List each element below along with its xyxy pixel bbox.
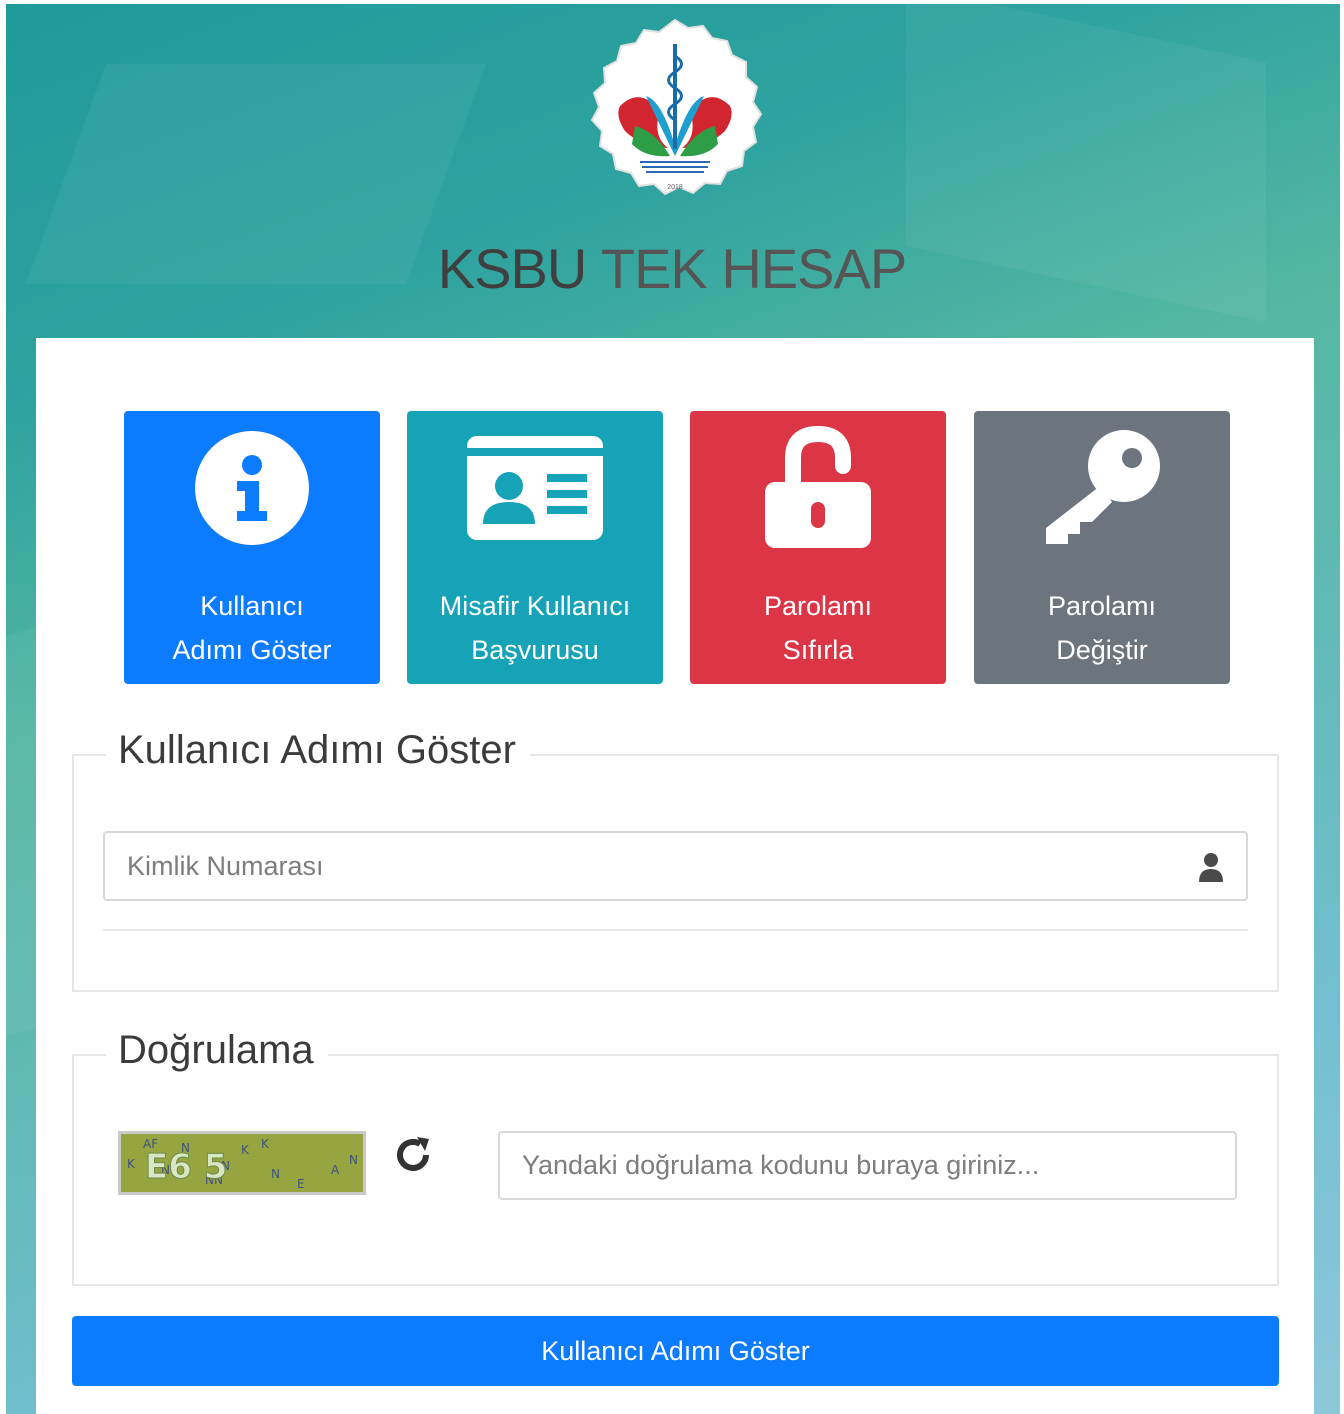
tile-label-line2: Adımı Göster — [172, 635, 332, 665]
svg-text:K: K — [241, 1143, 250, 1157]
tile-label-line1: Parolamı — [1047, 591, 1157, 621]
brand-light: TEK HESAP — [600, 237, 907, 300]
tile-change-password[interactable]: Parolamı Değiştir — [974, 411, 1230, 684]
unlock-icon — [690, 423, 946, 553]
svg-text:N: N — [349, 1153, 358, 1167]
tile-label-line1: Kullanıcı — [200, 591, 304, 621]
tile-label-line1: Misafir Kullanıcı — [439, 591, 631, 621]
tile-show-username[interactable]: Kullanıcı Adımı Göster — [124, 411, 380, 684]
tile-label-line1: Parolamı — [763, 591, 873, 621]
svg-text:K: K — [261, 1137, 270, 1151]
captcha-image: K AF N N NN K NEA NNK E6 5 — [118, 1131, 366, 1195]
svg-text:N: N — [271, 1167, 280, 1181]
refresh-icon — [397, 1137, 429, 1171]
refresh-button[interactable] — [388, 1130, 438, 1180]
svg-text:2018: 2018 — [667, 184, 683, 191]
tile-reset-password[interactable]: Parolamı Sıfırla — [690, 411, 946, 684]
page-title: KSBU TEK HESAP — [0, 236, 1344, 301]
tile-guest-application[interactable]: Misafir Kullanıcı Başvurusu — [407, 411, 663, 684]
show-username-submit-button[interactable]: Kullanıcı Adımı Göster — [72, 1316, 1279, 1386]
brand-bold: KSBU — [437, 237, 587, 300]
tile-label-line2: Değiştir — [1056, 635, 1148, 665]
svg-text:E: E — [297, 1177, 305, 1191]
divider — [103, 929, 1248, 931]
svg-text:A: A — [331, 1163, 340, 1177]
user-icon — [1199, 853, 1223, 882]
id-number-placeholder: Kimlik Numarası — [127, 850, 324, 881]
id-card-icon — [407, 423, 663, 553]
key-icon — [974, 423, 1230, 553]
tile-label-line2: Başvurusu — [471, 635, 599, 665]
username-section-title: Kullanıcı Adımı Göster — [106, 728, 530, 773]
captcha-code-input[interactable]: Yandaki doğrulama kodunu buraya giriniz.… — [498, 1131, 1237, 1200]
svg-text:E6 5: E6 5 — [145, 1147, 227, 1187]
tile-label-line2: Sıfırla — [782, 635, 854, 665]
captcha-code-placeholder: Yandaki doğrulama kodunu buraya giriniz.… — [522, 1150, 1040, 1180]
id-number-input[interactable]: Kimlik Numarası — [103, 831, 1248, 901]
university-logo: 2018 — [590, 18, 763, 196]
verification-section-title: Doğrulama — [106, 1028, 328, 1073]
svg-text:K: K — [127, 1157, 136, 1171]
info-circle-icon — [124, 423, 380, 553]
